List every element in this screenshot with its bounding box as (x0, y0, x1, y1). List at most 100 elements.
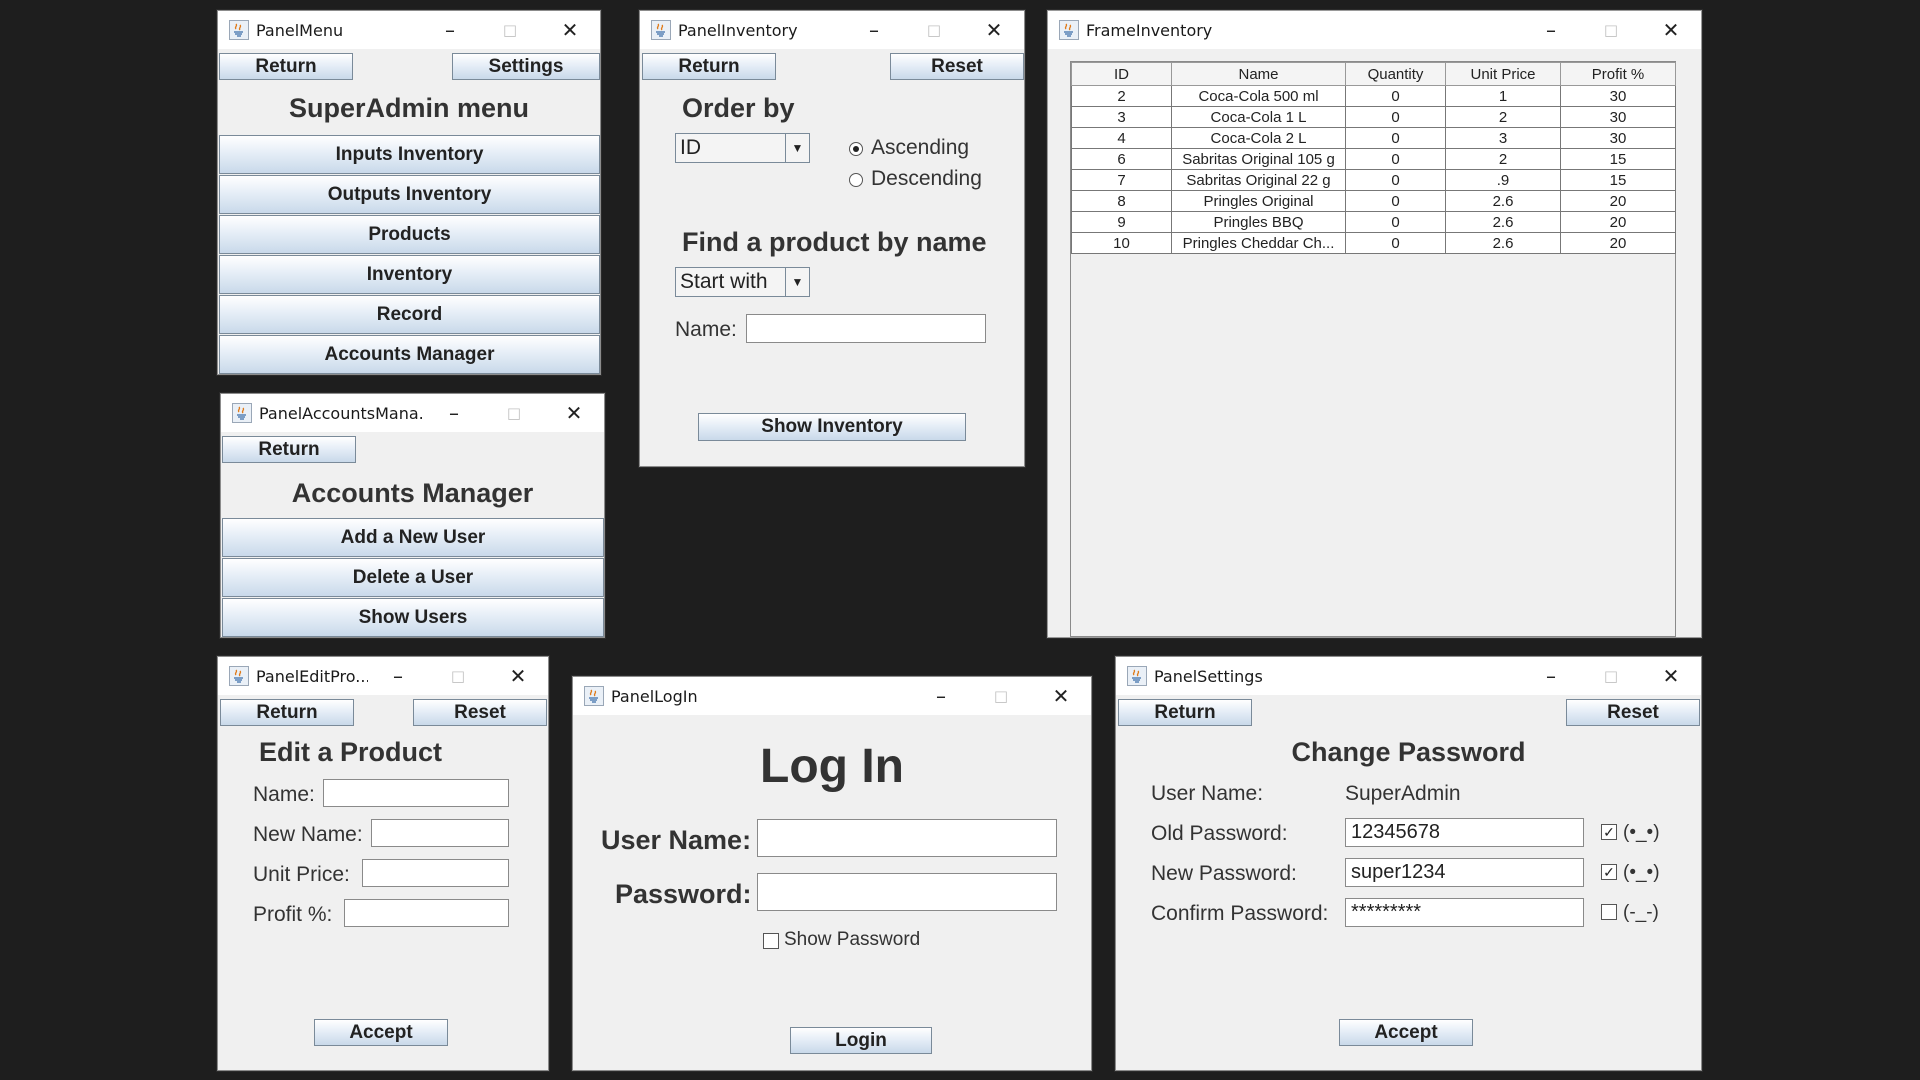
table-cell[interactable]: 2.6 (1445, 211, 1561, 233)
chevron-down-icon[interactable]: ▼ (785, 268, 809, 296)
show-password-label[interactable]: Show Password (784, 929, 920, 951)
descending-label[interactable]: Descending (871, 167, 982, 191)
close-button[interactable]: ✕ (964, 11, 1024, 49)
add-user-button[interactable]: Add a New User (222, 518, 604, 557)
table-cell[interactable]: 10 (1071, 232, 1172, 254)
table-cell[interactable]: Sabritas Original 105 g (1171, 148, 1346, 170)
table-cell[interactable]: 4 (1071, 127, 1172, 149)
show-new-password-checkbox[interactable]: ✓ (1601, 864, 1617, 880)
settings-button[interactable]: Settings (452, 53, 600, 80)
minimize-button[interactable]: – (844, 11, 904, 49)
reset-button[interactable]: Reset (890, 53, 1024, 80)
table-cell[interactable]: 9 (1071, 211, 1172, 233)
return-button[interactable]: Return (642, 53, 776, 80)
table-cell[interactable]: 30 (1560, 127, 1676, 149)
table-row[interactable]: 3 Coca-Cola 1 L 0 2 30 (1071, 106, 1676, 128)
table-cell[interactable]: 0 (1345, 127, 1446, 149)
minimize-button[interactable]: – (1521, 657, 1581, 695)
show-confirm-password-label[interactable]: (-_-) (1623, 902, 1659, 924)
accounts-manager-button[interactable]: Accounts Manager (219, 335, 600, 374)
delete-user-button[interactable]: Delete a User (222, 558, 604, 597)
show-inventory-button[interactable]: Show Inventory (698, 413, 966, 441)
outputs-inventory-button[interactable]: Outputs Inventory (219, 175, 600, 214)
table-cell[interactable]: 2 (1445, 148, 1561, 170)
table-cell[interactable]: Coca-Cola 2 L (1171, 127, 1346, 149)
name-input[interactable] (746, 314, 986, 343)
column-header[interactable]: Quantity (1345, 62, 1446, 86)
table-row[interactable]: 4 Coca-Cola 2 L 0 3 30 (1071, 127, 1676, 149)
table-row[interactable]: 9 Pringles BBQ 0 2.6 20 (1071, 211, 1676, 233)
table-cell[interactable]: 20 (1560, 211, 1676, 233)
table-row[interactable]: 8 Pringles Original 0 2.6 20 (1071, 190, 1676, 212)
table-row[interactable]: 10 Pringles Cheddar Ch... 0 2.6 20 (1071, 232, 1676, 254)
show-old-password-checkbox[interactable]: ✓ (1601, 824, 1617, 840)
table-cell[interactable]: 1 (1445, 85, 1561, 107)
close-button[interactable]: ✕ (1031, 677, 1091, 715)
close-button[interactable]: ✕ (1641, 657, 1701, 695)
ascending-radio[interactable] (849, 142, 863, 156)
accept-button[interactable]: Accept (314, 1019, 448, 1046)
table-cell[interactable]: 20 (1560, 190, 1676, 212)
return-button[interactable]: Return (220, 699, 354, 726)
table-cell[interactable]: Sabritas Original 22 g (1171, 169, 1346, 191)
table-cell[interactable]: 0 (1345, 232, 1446, 254)
table-cell[interactable]: 0 (1345, 190, 1446, 212)
table-cell[interactable]: Coca-Cola 500 ml (1171, 85, 1346, 107)
minimize-button[interactable]: – (420, 11, 480, 49)
minimize-button[interactable]: – (1521, 11, 1581, 49)
table-cell[interactable]: 7 (1071, 169, 1172, 191)
show-confirm-password-checkbox[interactable] (1601, 904, 1617, 920)
table-cell[interactable]: Pringles Cheddar Ch... (1171, 232, 1346, 254)
match-mode-select[interactable]: Start with ▼ (675, 267, 810, 297)
minimize-button[interactable]: – (368, 657, 428, 695)
inventory-table[interactable]: ID Name Quantity Unit Price Profit % 2 Co… (1071, 62, 1676, 254)
table-cell[interactable]: 0 (1345, 148, 1446, 170)
unit-price-input[interactable] (362, 859, 509, 887)
table-cell[interactable]: 30 (1560, 85, 1676, 107)
new-password-input[interactable]: super1234 (1345, 858, 1584, 887)
table-cell[interactable]: 2 (1071, 85, 1172, 107)
show-users-button[interactable]: Show Users (222, 598, 604, 637)
table-cell[interactable]: 2.6 (1445, 232, 1561, 254)
table-cell[interactable]: Coca-Cola 1 L (1171, 106, 1346, 128)
record-button[interactable]: Record (219, 295, 600, 334)
table-cell[interactable]: 30 (1560, 106, 1676, 128)
close-button[interactable]: ✕ (488, 657, 548, 695)
login-button[interactable]: Login (790, 1027, 932, 1054)
password-input[interactable] (757, 873, 1057, 911)
column-header[interactable]: Profit % (1560, 62, 1676, 86)
old-password-input[interactable]: 12345678 (1345, 818, 1584, 847)
table-cell[interactable]: Pringles BBQ (1171, 211, 1346, 233)
name-input[interactable] (323, 779, 509, 807)
accept-button[interactable]: Accept (1339, 1019, 1473, 1046)
minimize-button[interactable]: – (911, 677, 971, 715)
inputs-inventory-button[interactable]: Inputs Inventory (219, 135, 600, 174)
close-button[interactable]: ✕ (544, 394, 604, 432)
minimize-button[interactable]: – (424, 394, 484, 432)
inventory-button[interactable]: Inventory (219, 255, 600, 294)
close-button[interactable]: ✕ (1641, 11, 1701, 49)
reset-button[interactable]: Reset (1566, 699, 1700, 726)
show-new-password-label[interactable]: (•_•) (1623, 862, 1660, 884)
reset-button[interactable]: Reset (413, 699, 547, 726)
products-button[interactable]: Products (219, 215, 600, 254)
table-row[interactable]: 6 Sabritas Original 105 g 0 2 15 (1071, 148, 1676, 170)
table-cell[interactable]: 0 (1345, 211, 1446, 233)
table-cell[interactable]: 2.6 (1445, 190, 1561, 212)
column-header[interactable]: Unit Price (1445, 62, 1561, 86)
return-button[interactable]: Return (219, 53, 353, 80)
order-by-select[interactable]: ID ▼ (675, 133, 810, 163)
table-cell[interactable]: 3 (1071, 106, 1172, 128)
confirm-password-input[interactable]: ********* (1345, 898, 1584, 927)
table-cell[interactable]: 8 (1071, 190, 1172, 212)
return-button[interactable]: Return (222, 436, 356, 463)
profit-input[interactable] (344, 899, 509, 927)
table-cell[interactable]: 15 (1560, 169, 1676, 191)
table-cell[interactable]: 6 (1071, 148, 1172, 170)
close-button[interactable]: ✕ (540, 11, 600, 49)
table-cell[interactable]: 20 (1560, 232, 1676, 254)
table-cell[interactable]: 15 (1560, 148, 1676, 170)
return-button[interactable]: Return (1118, 699, 1252, 726)
ascending-label[interactable]: Ascending (871, 136, 969, 160)
table-cell[interactable]: 3 (1445, 127, 1561, 149)
